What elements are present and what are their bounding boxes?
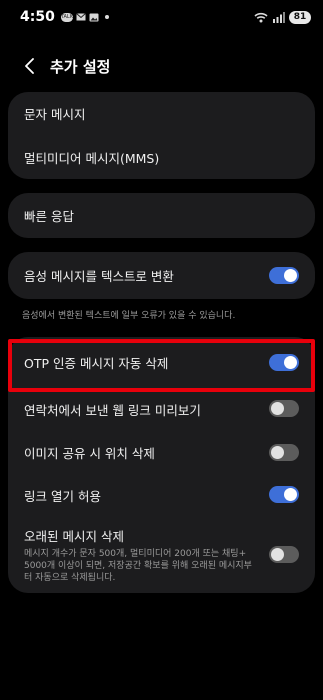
- chat-icon: TALK: [60, 12, 73, 22]
- messages-settings-card: 문자 메시지 멀티미디어 메시지(MMS): [8, 92, 315, 179]
- chevron-left-icon: [25, 58, 34, 74]
- signal-icon: [273, 11, 285, 23]
- delete-old-messages-toggle[interactable]: [269, 546, 299, 563]
- list-item-description: 메시지 개수가 문자 500개, 멀티미디어 200개 또는 채팅+ 5000개…: [24, 549, 252, 583]
- mail-icon: [75, 13, 86, 21]
- voice-to-text-helper: 음성에서 변환된 텍스트에 일부 오류가 있을 수 있습니다.: [22, 311, 236, 321]
- list-item-web-link-preview[interactable]: 연락처에서 보낸 웹 링크 미리보기: [8, 387, 315, 431]
- list-item-sms[interactable]: 문자 메시지: [8, 92, 315, 135]
- list-item-label: 이미지 공유 시 위치 삭제: [24, 446, 155, 461]
- list-item-delete-old-messages[interactable]: 오래된 메시지 삭제 메시지 개수가 문자 500개, 멀티미디어 200개 또…: [8, 518, 315, 588]
- app-header: 추가 설정: [0, 48, 323, 84]
- toggle-knob: [271, 446, 284, 459]
- back-button[interactable]: [12, 48, 48, 84]
- list-item-mms[interactable]: 멀티미디어 메시지(MMS): [8, 136, 315, 179]
- voice-to-text-card: 음성 메시지를 텍스트로 변환: [8, 252, 315, 299]
- toggle-knob: [284, 488, 297, 501]
- list-item-voice-to-text[interactable]: 음성 메시지를 텍스트로 변환: [8, 252, 315, 299]
- wifi-icon: [254, 12, 268, 22]
- image-icon: [89, 13, 99, 21]
- status-time: 4:50: [20, 9, 55, 25]
- list-item-allow-open-links[interactable]: 링크 열기 허용: [8, 474, 315, 516]
- voice-to-text-toggle[interactable]: [269, 267, 299, 284]
- list-item-label: 멀티미디어 메시지(MMS): [24, 151, 160, 166]
- page-title: 추가 설정: [50, 57, 111, 76]
- notification-icons: TALK: [60, 12, 109, 22]
- list-item-label: 링크 열기 허용: [24, 488, 101, 504]
- allow-open-links-toggle[interactable]: [269, 486, 299, 503]
- list-item-label: 음성 메시지를 텍스트로 변환: [24, 269, 174, 284]
- list-item-label: 오래된 메시지 삭제: [24, 529, 124, 544]
- list-item-label: 문자 메시지: [24, 107, 86, 122]
- toggle-knob: [284, 269, 297, 282]
- remove-image-location-toggle[interactable]: [269, 444, 299, 461]
- list-item-quick-reply[interactable]: 빠른 응답: [8, 193, 315, 238]
- quick-reply-card: 빠른 응답: [8, 193, 315, 238]
- status-right: 81: [254, 10, 311, 24]
- dot-icon: [104, 15, 109, 19]
- toggle-knob: [271, 548, 284, 561]
- list-item-remove-image-location[interactable]: 이미지 공유 시 위치 삭제: [8, 431, 315, 474]
- list-item-text: 오래된 메시지 삭제 메시지 개수가 문자 500개, 멀티미디어 200개 또…: [24, 526, 259, 584]
- battery-indicator: 81: [289, 10, 311, 24]
- toggle-knob: [271, 402, 284, 415]
- list-item-label: 연락처에서 보낸 웹 링크 미리보기: [24, 402, 201, 418]
- list-item-label: 빠른 응답: [24, 209, 74, 224]
- web-link-preview-toggle[interactable]: [269, 400, 299, 417]
- status-bar: 4:50 TALK 81: [0, 0, 323, 34]
- highlight-annotation: [8, 339, 315, 392]
